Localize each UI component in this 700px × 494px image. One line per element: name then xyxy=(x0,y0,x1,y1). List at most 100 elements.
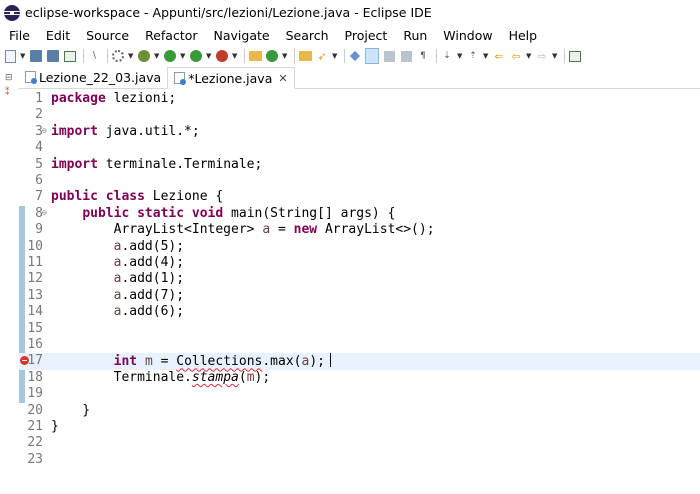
new-java-project-icon[interactable] xyxy=(248,49,262,63)
code-line[interactable]: 20 } xyxy=(19,403,700,419)
open-perspective-icon[interactable] xyxy=(568,49,582,63)
fold-toggle-icon[interactable]: ⊖ xyxy=(42,124,47,138)
code-line[interactable]: 3 ⊖ import java.util.*; xyxy=(19,124,700,140)
back-icon[interactable]: ⇦ xyxy=(509,49,523,63)
code-line[interactable]: 22 xyxy=(19,435,700,451)
forward-icon[interactable]: ⇨ xyxy=(535,49,549,63)
line-number: 8 xyxy=(35,205,43,221)
restore-view-icon[interactable]: ⊟ xyxy=(5,74,13,83)
code-token: ); xyxy=(309,354,325,370)
code-text[interactable]: import terminale.Terminale; xyxy=(51,157,262,173)
code-text[interactable]: } xyxy=(51,403,90,419)
save-icon[interactable] xyxy=(29,49,43,63)
debug-dropdown-icon[interactable]: ▼ xyxy=(154,52,160,60)
tab-lezione-22-03[interactable]: Lezione_22_03.java xyxy=(19,66,167,88)
new-dropdown-icon[interactable]: ▼ xyxy=(20,52,26,60)
code-line[interactable]: 12 a.add(1); xyxy=(19,271,700,287)
new-package-icon[interactable] xyxy=(265,49,279,63)
code-line[interactable]: 14 a.add(6); xyxy=(19,304,700,320)
previous-annotation-icon[interactable]: ⇡ xyxy=(466,49,480,63)
code-text[interactable]: a.add(1); xyxy=(51,271,184,287)
toggle-annotation-icon[interactable] xyxy=(348,49,362,63)
debug-icon[interactable] xyxy=(137,49,151,63)
code-line[interactable]: 13 a.add(7); xyxy=(19,288,700,304)
last-edit-location-icon[interactable]: ⇐ xyxy=(492,49,506,63)
line-number: 7 xyxy=(35,189,43,205)
code-text[interactable]: ArrayList<Integer> a = new ArrayList<>()… xyxy=(51,222,435,238)
code-token: } xyxy=(51,419,59,434)
code-line[interactable]: 11 a.add(4); xyxy=(19,255,700,271)
show-whitespace-icon[interactable]: ¶ xyxy=(416,49,430,63)
terminal-icon[interactable] xyxy=(63,49,77,63)
menu-help[interactable]: Help xyxy=(501,28,546,43)
code-line[interactable]: 23 xyxy=(19,452,700,468)
package-explorer-icon[interactable]: ⁑ xyxy=(5,89,13,98)
menu-run[interactable]: Run xyxy=(395,28,435,43)
code-line[interactable]: 6 xyxy=(19,173,700,189)
run-dropdown-icon[interactable]: ▼ xyxy=(180,52,186,60)
word-wrap-icon[interactable] xyxy=(382,49,396,63)
block-selection-icon[interactable] xyxy=(399,49,413,63)
forward-dropdown-icon[interactable]: ▼ xyxy=(552,52,558,60)
code-line[interactable]: 15 xyxy=(19,321,700,337)
search-icon[interactable]: ➶ xyxy=(315,49,329,63)
external-tools-icon[interactable] xyxy=(215,49,229,63)
search-dropdown-icon[interactable]: ▼ xyxy=(332,52,338,60)
code-text[interactable]: a.add(7); xyxy=(51,288,184,304)
code-text[interactable]: import java.util.*; xyxy=(51,124,200,140)
code-line[interactable]: 4 xyxy=(19,140,700,156)
menu-edit[interactable]: Edit xyxy=(38,28,78,43)
code-line[interactable]: 2 xyxy=(19,107,700,123)
next-annotation-icon[interactable]: ⇣ xyxy=(440,49,454,63)
run-icon[interactable] xyxy=(163,49,177,63)
code-line[interactable]: 5 import terminale.Terminale; xyxy=(19,157,700,173)
code-text[interactable]: public static void main(String[] args) { xyxy=(51,206,395,222)
external-tools-dropdown-icon[interactable]: ▼ xyxy=(232,52,238,60)
coverage-icon[interactable] xyxy=(189,49,203,63)
build-gear-icon[interactable] xyxy=(111,49,125,63)
build-dropdown-icon[interactable]: ▼ xyxy=(128,52,134,60)
menu-navigate[interactable]: Navigate xyxy=(206,28,278,43)
open-type-icon[interactable] xyxy=(298,49,312,63)
code-text[interactable]: } xyxy=(51,419,59,435)
code-text[interactable]: a.add(4); xyxy=(51,255,184,271)
code-line[interactable]: 16 xyxy=(19,337,700,353)
fold-toggle-icon[interactable]: ⊖ xyxy=(42,206,47,220)
code-text[interactable]: package lezioni; xyxy=(51,91,176,107)
menu-refactor[interactable]: Refactor xyxy=(137,28,205,43)
next-annotation-dropdown-icon[interactable]: ▼ xyxy=(457,52,463,60)
menu-file[interactable]: File xyxy=(0,28,38,43)
new-file-icon[interactable] xyxy=(3,49,17,63)
code-text[interactable]: a.add(5); xyxy=(51,239,184,255)
back-dropdown-icon[interactable]: ▼ xyxy=(526,52,532,60)
line-number: 19 xyxy=(27,386,43,402)
code-line[interactable]: 7 public class Lezione { xyxy=(19,189,700,205)
code-line[interactable]: 18 Terminale.stampa(m); xyxy=(19,370,700,386)
code-line[interactable]: 17 int m = Collections.max(a); xyxy=(19,353,700,370)
code-line[interactable]: 19 xyxy=(19,386,700,402)
new-class-dropdown-icon[interactable]: ▼ xyxy=(282,52,288,60)
menu-project[interactable]: Project xyxy=(337,28,396,43)
code-line[interactable]: 8 ⊖ public static void main(String[] args… xyxy=(19,206,700,222)
code-line[interactable]: 1 package lezioni; xyxy=(19,91,700,107)
code-text[interactable]: a.add(6); xyxy=(51,304,184,320)
coverage-dropdown-icon[interactable]: ▼ xyxy=(206,52,212,60)
toggle-mark-occurrences-icon[interactable] xyxy=(365,48,379,64)
menu-search[interactable]: Search xyxy=(278,28,337,43)
menu-window[interactable]: Window xyxy=(435,28,500,43)
toolbar-separator xyxy=(83,49,84,63)
tab-lezione-active[interactable]: *Lezione.java ✕ xyxy=(167,67,295,89)
code-text[interactable]: int m = Collections.max(a); xyxy=(51,353,331,370)
menu-source[interactable]: Source xyxy=(78,28,137,43)
code-token: = xyxy=(152,354,177,370)
code-line[interactable]: 9 ArrayList<Integer> a = new ArrayList<>… xyxy=(19,222,700,238)
close-tab-icon[interactable]: ✕ xyxy=(278,72,287,85)
code-line[interactable]: 10 a.add(5); xyxy=(19,239,700,255)
code-line[interactable]: 21} xyxy=(19,419,700,435)
previous-annotation-dropdown-icon[interactable]: ▼ xyxy=(483,52,489,60)
code-text[interactable]: Terminale.stampa(m); xyxy=(51,370,271,386)
code-editor[interactable]: 1 package lezioni; 2 3 ⊖ import java.util.*; 4… xyxy=(19,89,700,494)
skip-breakpoints-icon[interactable]: ∖ xyxy=(87,49,101,63)
save-all-icon[interactable] xyxy=(46,49,60,63)
code-text[interactable]: public class Lezione { xyxy=(51,189,223,205)
